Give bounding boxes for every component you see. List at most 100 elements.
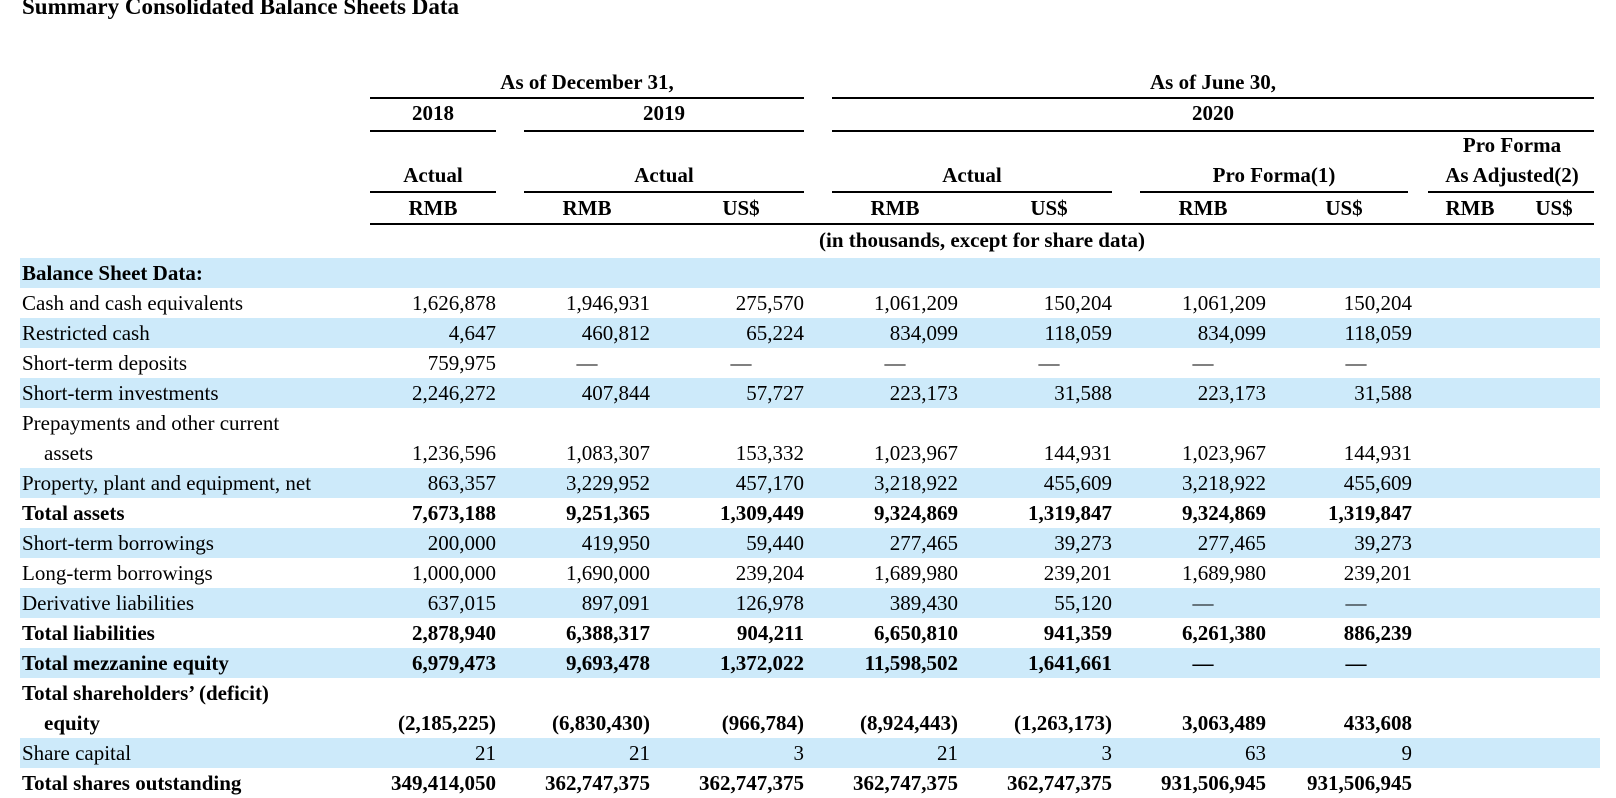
cell-value: 223,173	[889, 381, 958, 405]
cell-value: 3,218,922	[874, 471, 958, 495]
header-currency-rmb-2019: RMB	[562, 196, 612, 220]
table-row-cash-and-cash-equivalents: Cash and cash equivalents 1,626,878 1,946,…	[20, 288, 1600, 318]
cell-value: 637,015	[427, 591, 496, 615]
cell-value: 39,273	[1354, 531, 1412, 555]
cell-value: 126,978	[735, 591, 804, 615]
header-pro-forma: Pro Forma(1)	[1212, 163, 1336, 187]
cell-value: 153,332	[735, 441, 804, 465]
cell-value: 863,357	[427, 471, 496, 495]
rule-year-2018	[370, 130, 496, 132]
cell-value: 239,201	[1343, 561, 1412, 585]
cell-value: 1,061,209	[1182, 291, 1266, 315]
cell-value: 362,747,375	[853, 771, 958, 795]
cell-value: 200,000	[427, 531, 496, 555]
cell-value: 1,309,449	[720, 501, 804, 525]
table-row-total-mezzanine-equity: Total mezzanine equity 6,979,473 9,693,478…	[20, 648, 1600, 678]
cell-value: —	[1345, 351, 1367, 375]
row-label: Share capital	[22, 741, 132, 765]
cell-value: 419,950	[581, 531, 650, 555]
cell-value: 6,650,810	[874, 621, 958, 645]
header-actual-2020: Actual	[942, 163, 1002, 187]
cell-value: 1,372,022	[720, 651, 804, 675]
cell-value: 1,946,931	[566, 291, 650, 315]
cell-value: 277,465	[889, 531, 958, 555]
cell-value: —	[1192, 351, 1214, 375]
cell-value: 59,440	[746, 531, 804, 555]
row-label: Total assets	[22, 501, 125, 525]
cell-value: 150,204	[1343, 291, 1412, 315]
cell-value: 118,059	[1044, 321, 1112, 345]
header-currency-usd-2020: US$	[1030, 196, 1068, 220]
row-label-continued: equity	[44, 711, 101, 735]
cell-value: 433,608	[1343, 711, 1412, 735]
cell-value: 834,099	[1197, 321, 1266, 345]
cell-value: 455,609	[1043, 471, 1112, 495]
cell-value: 6,979,473	[412, 651, 496, 675]
cell-value: (966,784)	[721, 711, 804, 735]
cell-value: 349,414,050	[391, 771, 496, 795]
row-label: Restricted cash	[22, 321, 150, 345]
cell-value: —	[1345, 591, 1367, 615]
cell-value: 65,224	[746, 321, 804, 345]
row-label: Total shareholders’ (deficit)	[22, 681, 269, 705]
cell-value: 931,506,945	[1161, 771, 1266, 795]
cell-value: 886,239	[1343, 621, 1412, 645]
header-pro-forma-as-adjusted-line1: Pro Forma	[1462, 133, 1562, 157]
cell-value: 63	[1245, 741, 1266, 765]
header-actual-2018: Actual	[403, 163, 463, 187]
table-row-derivative-liabilities: Derivative liabilities 637,015 897,091 126,…	[20, 588, 1600, 618]
row-label: Total shares outstanding	[22, 771, 242, 795]
cell-value: 3,063,489	[1182, 711, 1266, 735]
table-row-long-term-borrowings: Long-term borrowings 1,000,000 1,690,000 23…	[20, 558, 1600, 588]
cell-value: 2,246,272	[412, 381, 496, 405]
cell-value: 55,120	[1054, 591, 1112, 615]
section-header-row: Balance Sheet Data:	[20, 258, 1600, 288]
cell-value: —	[1192, 651, 1214, 675]
table-row-total-liabilities: Total liabilities 2,878,940 6,388,317 904,2…	[20, 618, 1600, 648]
cell-value: 277,465	[1197, 531, 1266, 555]
cell-value: 2,878,940	[412, 621, 496, 645]
header-year-2020: 2020	[1192, 101, 1234, 125]
cell-value: (8,924,443)	[860, 711, 958, 735]
cell-value: 1,626,878	[412, 291, 496, 315]
cell-value: 118,059	[1344, 321, 1412, 345]
row-label: Property, plant and equipment, net	[22, 471, 312, 495]
table-row-short-term-investments: Short-term investments 2,246,272 407,844 57…	[20, 378, 1600, 408]
cell-value: 31,588	[1054, 381, 1112, 405]
cell-value: 9,324,869	[1182, 501, 1266, 525]
cell-value: 1,641,661	[1028, 651, 1112, 675]
row-label: Derivative liabilities	[22, 591, 195, 615]
table-row-total-assets: Total assets 7,673,188 9,251,365 1,309,449 9…	[20, 498, 1600, 528]
cell-value: 457,170	[735, 471, 804, 495]
cell-value: (6,830,430)	[552, 711, 650, 735]
cell-value: 239,204	[735, 561, 804, 585]
cell-value: 21	[475, 741, 496, 765]
cell-value: 1,023,967	[1182, 441, 1266, 465]
cell-value: 1,319,847	[1028, 501, 1112, 525]
header-year-2018: 2018	[412, 101, 454, 125]
cell-value: 759,975	[427, 351, 496, 375]
table-row-restricted-cash: Restricted cash 4,647 460,812 65,224 834,099…	[20, 318, 1600, 348]
cell-value: 362,747,375	[699, 771, 804, 795]
cell-value: —	[1038, 351, 1060, 375]
cell-value: 144,931	[1043, 441, 1112, 465]
header-pro-forma-as-adjusted-line2: As Adjusted(2)	[1445, 163, 1579, 187]
cell-value: 455,609	[1343, 471, 1412, 495]
cell-value: 941,359	[1043, 621, 1112, 645]
row-label: Total mezzanine equity	[22, 651, 229, 675]
table-row-property-plant-and-equipment-net: Property, plant and equipment, net 863,35…	[20, 468, 1600, 498]
cell-value: 144,931	[1343, 441, 1412, 465]
cell-value: 3	[793, 741, 805, 765]
cell-value: 362,747,375	[1007, 771, 1112, 795]
cell-value: 150,204	[1043, 291, 1112, 315]
section-label: Balance Sheet Data:	[22, 261, 203, 285]
cell-value: (2,185,225)	[398, 711, 496, 735]
header-actual-2019: Actual	[634, 163, 694, 187]
cell-value: 9,693,478	[566, 651, 650, 675]
table-row-prepayments-and-other-current: Prepayments and other current assets 1,236…	[20, 408, 1600, 468]
row-label: Cash and cash equivalents	[22, 291, 244, 315]
cell-value: —	[576, 351, 598, 375]
header-currency-rmb-pfaa: RMB	[1445, 196, 1495, 220]
cell-value: 1,690,000	[566, 561, 650, 585]
header-as-of-december: As of December 31,	[500, 70, 674, 94]
